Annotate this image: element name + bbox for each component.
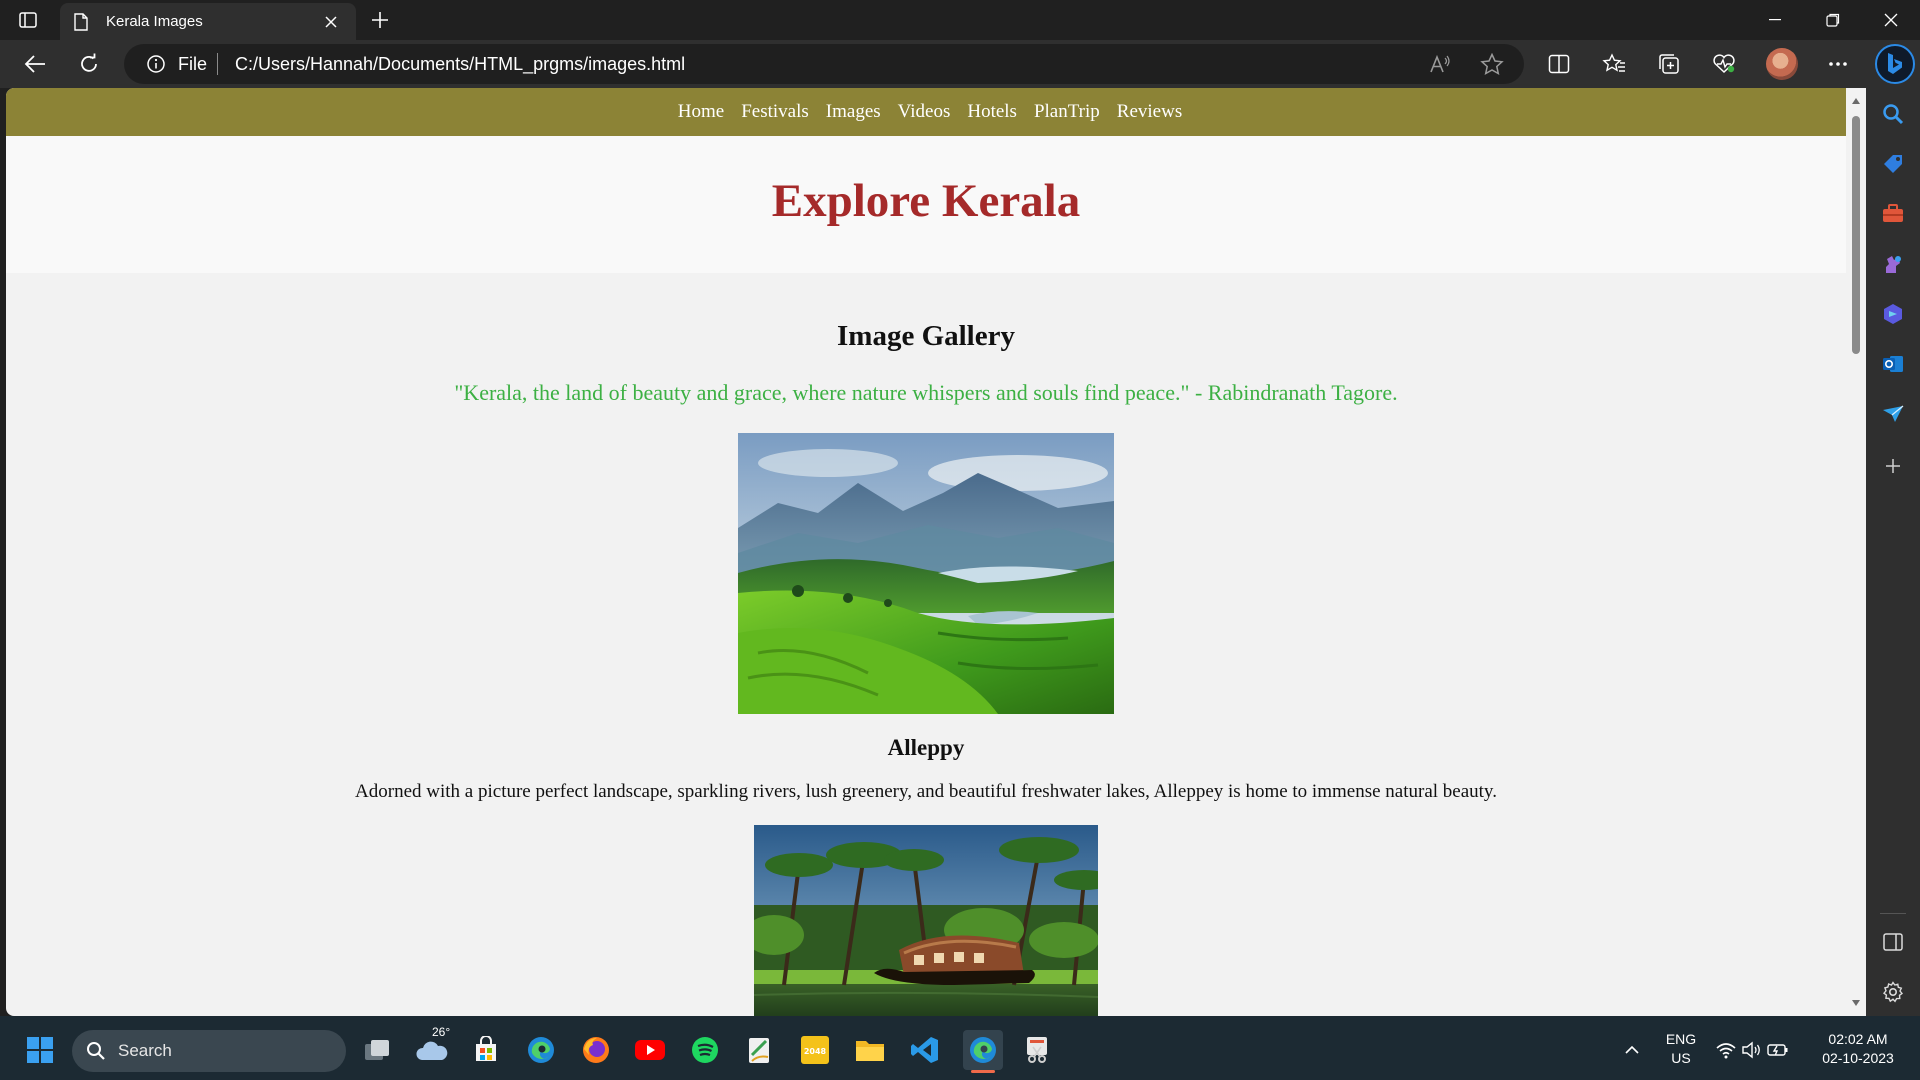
close-tab-icon[interactable]: [320, 11, 342, 33]
page-title: Explore Kerala: [771, 175, 1081, 227]
weather-icon[interactable]: 26°: [415, 1025, 451, 1066]
page-icon: [74, 12, 90, 32]
volume-icon: [1742, 1041, 1760, 1059]
nav-plantrip[interactable]: PlanTrip: [1034, 101, 1100, 123]
page-header: Explore Kerala: [6, 136, 1846, 273]
windows-start-icon[interactable]: [24, 1034, 56, 1066]
edge-icon[interactable]: [525, 1034, 557, 1066]
drop-icon[interactable]: [1881, 402, 1905, 426]
search-icon: [87, 1042, 105, 1060]
edge-active-icon[interactable]: [963, 1030, 1003, 1070]
snipping-tool-icon[interactable]: [1021, 1034, 1053, 1066]
outlook-icon[interactable]: [1881, 352, 1905, 376]
restore-icon[interactable]: [1805, 0, 1861, 40]
scrollbar-thumb[interactable]: [1852, 116, 1860, 354]
page-scrollbar[interactable]: [1846, 88, 1866, 1016]
scroll-up-icon[interactable]: [1851, 96, 1861, 106]
shopping-icon[interactable]: [1881, 152, 1905, 176]
browser-tab[interactable]: Kerala Images: [60, 3, 356, 40]
language-region: US: [1671, 1050, 1691, 1066]
split-screen-icon[interactable]: [1542, 48, 1576, 80]
close-window-icon[interactable]: [1863, 0, 1919, 40]
copilot-icon[interactable]: [1881, 302, 1905, 326]
svg-text:2048: 2048: [804, 1047, 827, 1056]
add-icon[interactable]: [1881, 454, 1905, 478]
spotify-icon[interactable]: [689, 1034, 721, 1066]
nav-home[interactable]: Home: [678, 101, 724, 123]
nav-reviews[interactable]: Reviews: [1117, 101, 1182, 123]
taskbar-search-placeholder: Search: [118, 1041, 172, 1060]
back-arrow-icon[interactable]: [18, 48, 52, 80]
info-icon[interactable]: [146, 54, 166, 74]
microsoft-store-icon[interactable]: [470, 1034, 502, 1066]
gallery-quote: "Kerala, the land of beauty and grace, w…: [454, 380, 1398, 405]
houseboat-image: [754, 825, 1098, 1016]
windows-taskbar: Search 26° 2048 ENG US 02:02 AM 02-10-20…: [0, 1016, 1920, 1080]
address-scheme: File: [178, 54, 208, 74]
clock-date: 02-10-2023: [1822, 1050, 1894, 1066]
title-bar: Kerala Images: [0, 0, 1920, 40]
site-nav: Home Festivals Images Videos Hotels Plan…: [6, 88, 1846, 136]
chevron-up-icon[interactable]: [1616, 1034, 1648, 1066]
address-bar[interactable]: File C:/Users/Hannah/Documents/HTML_prgm…: [124, 44, 1524, 84]
taskbar-search[interactable]: Search: [72, 1030, 346, 1072]
game-2048-icon[interactable]: 2048: [799, 1034, 831, 1066]
clock-time: 02:02 AM: [1828, 1031, 1888, 1047]
vscode-icon[interactable]: [909, 1034, 941, 1066]
games-icon[interactable]: [1881, 252, 1905, 276]
profile-avatar[interactable]: [1766, 48, 1798, 80]
settings-gear-icon[interactable]: [1881, 980, 1905, 1004]
clock[interactable]: 02:02 AM 02-10-2023: [1810, 1030, 1906, 1068]
bing-copilot-icon[interactable]: [1875, 44, 1915, 84]
weather-temp: 26°: [432, 1025, 451, 1039]
minimize-icon[interactable]: [1747, 0, 1803, 40]
edge-sidebar: [1866, 88, 1920, 1016]
sidebar-divider: [1880, 913, 1906, 914]
hide-sidebar-icon[interactable]: [1881, 930, 1905, 954]
active-app-indicator: [971, 1070, 995, 1073]
firefox-icon[interactable]: [580, 1034, 612, 1066]
address-url[interactable]: C:/Users/Hannah/Documents/HTML_prgms/ima…: [235, 54, 685, 75]
tools-icon[interactable]: [1881, 202, 1905, 226]
more-menu-icon[interactable]: [1821, 48, 1855, 80]
youtube-icon[interactable]: [634, 1034, 666, 1066]
image-description: Adorned with a picture perfect landscape…: [355, 781, 1497, 802]
notepad-icon[interactable]: [744, 1034, 776, 1066]
alleppy-landscape-image: [738, 433, 1114, 714]
collections-icon[interactable]: [1652, 48, 1686, 80]
battery-icon: [1767, 1044, 1788, 1056]
scroll-down-icon[interactable]: [1851, 998, 1861, 1008]
wifi-icon: [1716, 1043, 1736, 1059]
browser-toolbar: File C:/Users/Hannah/Documents/HTML_prgm…: [0, 40, 1920, 88]
nav-festivals[interactable]: Festivals: [741, 101, 809, 123]
language-code: ENG: [1665, 1031, 1697, 1047]
web-page: Home Festivals Images Videos Hotels Plan…: [6, 88, 1846, 1016]
favorites-icon[interactable]: [1597, 48, 1631, 80]
system-tray[interactable]: [1712, 1034, 1792, 1066]
read-aloud-icon[interactable]: [1428, 53, 1452, 75]
task-view-icon[interactable]: [361, 1034, 393, 1066]
nav-videos[interactable]: Videos: [898, 101, 951, 123]
gallery-title: Image Gallery: [837, 320, 1015, 352]
address-separator: [217, 53, 218, 75]
image-caption: Alleppy: [887, 735, 965, 760]
tab-actions-icon[interactable]: [14, 8, 42, 32]
new-tab-icon[interactable]: [366, 8, 394, 32]
file-explorer-icon[interactable]: [854, 1034, 886, 1066]
language-indicator[interactable]: ENG US: [1660, 1030, 1702, 1068]
search-icon[interactable]: [1881, 102, 1905, 126]
nav-hotels[interactable]: Hotels: [967, 101, 1017, 123]
browser-essentials-icon[interactable]: [1707, 48, 1741, 80]
favorite-star-icon[interactable]: [1480, 53, 1504, 75]
refresh-icon[interactable]: [72, 48, 106, 80]
nav-images[interactable]: Images: [826, 101, 881, 123]
tab-title: Kerala Images: [106, 13, 203, 30]
